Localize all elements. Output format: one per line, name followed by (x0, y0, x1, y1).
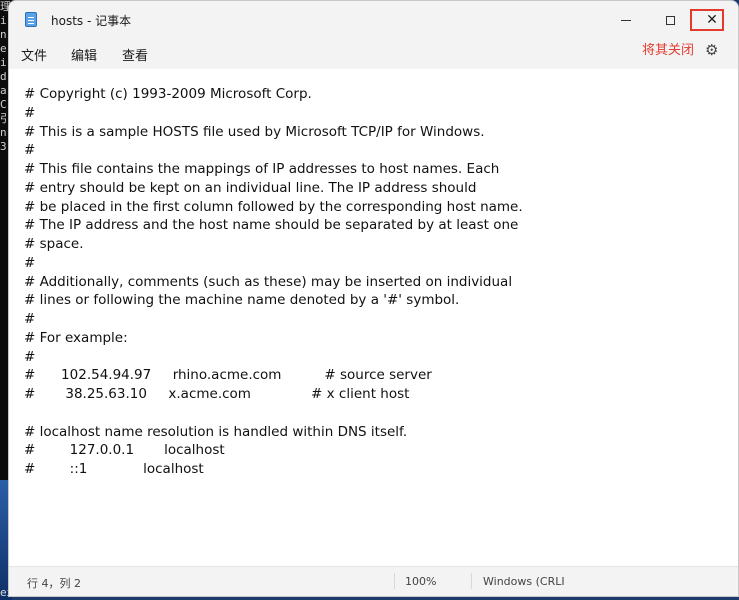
menu-bar: 文件 编辑 查看 将其关闭 ⚙ (9, 39, 738, 70)
text-line: # Copyright (c) 1993-2009 Microsoft Corp… (24, 86, 312, 102)
text-line: # lines or following the machine name de… (24, 292, 460, 309)
text-line: # (24, 142, 36, 159)
text-line: # ::1 localhost (24, 461, 204, 477)
maximize-icon (665, 15, 675, 25)
text-line: # (24, 254, 36, 271)
text-line: # The IP address and the host name shoul… (24, 217, 519, 234)
text-line: # localhost name resolution is handled w… (24, 423, 408, 440)
close-annotation: 将其关闭 (642, 43, 695, 58)
cursor-position: 行 4，列 2 (27, 577, 81, 590)
text-line: # entry should be kept on an individual … (24, 179, 477, 196)
minimize-icon (621, 19, 631, 21)
settings-gear-icon[interactable]: ⚙ (705, 41, 718, 59)
text-line: # For example: (24, 329, 128, 346)
text-line: # This file contains the mappings of IP … (24, 161, 500, 177)
text-line: # Additionally, comments (such as these)… (24, 273, 513, 290)
minimize-button[interactable] (605, 1, 647, 39)
menu-file[interactable]: 文件 (21, 45, 47, 64)
text-line: # be placed in the first column followed… (24, 198, 523, 215)
text-line: # space. (24, 236, 84, 252)
menu-view[interactable]: 查看 (122, 45, 148, 64)
text-line: # This is a sample HOSTS file used by Mi… (24, 123, 485, 140)
text-line: # (24, 348, 36, 365)
close-button[interactable]: ✕ (691, 1, 733, 39)
text-line (24, 404, 523, 423)
editor-content[interactable]: # Copyright (c) 1993-2009 Microsoft Corp… (24, 85, 523, 479)
status-divider (471, 573, 472, 589)
menu-edit[interactable]: 编辑 (71, 45, 97, 64)
maximize-button[interactable] (649, 1, 691, 39)
text-editor[interactable]: # Copyright (c) 1993-2009 Microsoft Corp… (9, 69, 738, 566)
status-divider (394, 573, 395, 589)
text-line: # (24, 311, 36, 327)
line-ending: Windows (CRLI (483, 575, 565, 588)
status-bar: 行 4，列 2 100% Windows (CRLI (9, 566, 738, 596)
text-line: # 102.54.94.97 rhino.acme.com # source s… (24, 367, 432, 384)
close-icon: ✕ (706, 12, 718, 28)
zoom-level: 100% (405, 575, 437, 588)
window-title: hosts - 记事本 (51, 14, 132, 28)
notepad-icon (25, 12, 37, 27)
text-line: # 127.0.0.1 localhost (24, 442, 225, 459)
title-bar[interactable]: hosts - 记事本 ✕ (9, 1, 738, 39)
text-line: # 38.25.63.10 x.acme.com # x client host (24, 386, 410, 402)
text-line: # (24, 104, 36, 121)
notepad-window: hosts - 记事本 ✕ 文件 编辑 查看 将其关闭 ⚙ # Copyrigh… (8, 0, 739, 597)
